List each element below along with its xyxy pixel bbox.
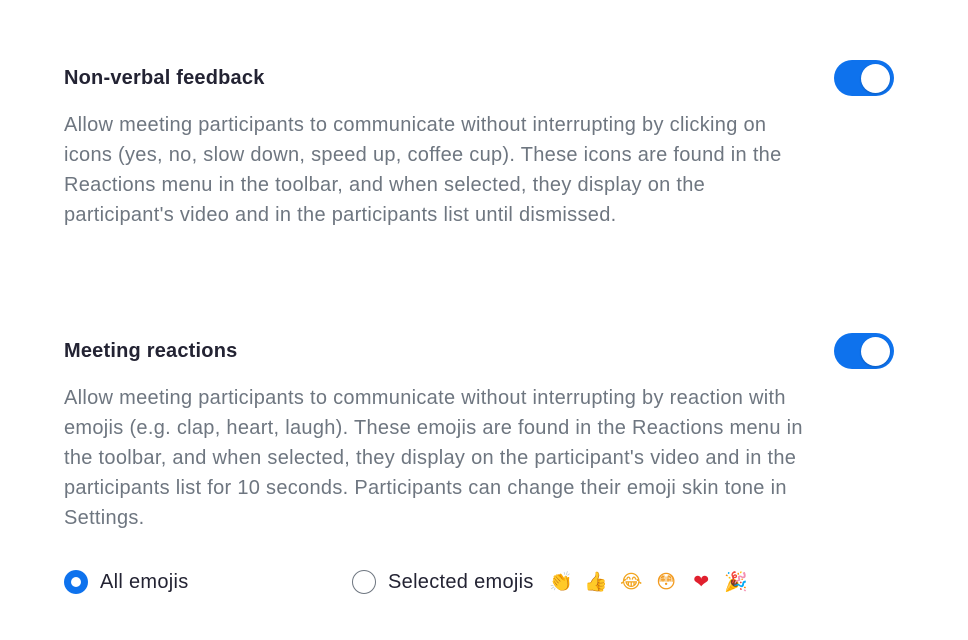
thumbs-up-icon: 👍 [584,571,609,593]
selected-emojis-preview: 👏 👍 😂 😳 ❤ 🎉 [544,570,754,594]
emoji-set-radio-group: All emojis Selected emojis 👏 👍 😂 😳 ❤ 🎉 [64,568,824,596]
toggle-knob [861,337,890,366]
non-verbal-feedback-toggle[interactable] [834,60,894,96]
meeting-settings-panel: Non-verbal feedback Allow meeting partic… [0,0,968,640]
toggle-knob [861,64,890,93]
all-emojis-radio[interactable]: All emojis [64,568,189,596]
setting-description: Allow meeting participants to communicat… [64,114,782,226]
selected-emojis-label: Selected emojis [388,570,534,593]
radio-unchecked-icon [352,570,376,594]
meeting-reactions-toggle[interactable] [834,333,894,369]
astonished-face-icon: 😳 [656,571,677,593]
setting-title: Meeting reactions [64,340,238,362]
setting-title: Non-verbal feedback [64,67,265,89]
red-heart-icon: ❤ [693,571,710,593]
all-emojis-label: All emojis [100,570,189,593]
selected-emojis-radio[interactable]: Selected emojis 👏 👍 😂 😳 ❤ 🎉 [352,568,754,596]
radio-checked-icon [64,570,88,594]
setting-non-verbal-feedback: Non-verbal feedback Allow meeting partic… [64,60,904,230]
tears-of-joy-icon: 😂 [620,571,643,593]
party-popper-icon: 🎉 [724,571,749,593]
setting-description: Allow meeting participants to communicat… [64,387,803,529]
clapping-hands-icon: 👏 [549,571,574,593]
setting-meeting-reactions: Meeting reactions Allow meeting particip… [64,333,904,533]
